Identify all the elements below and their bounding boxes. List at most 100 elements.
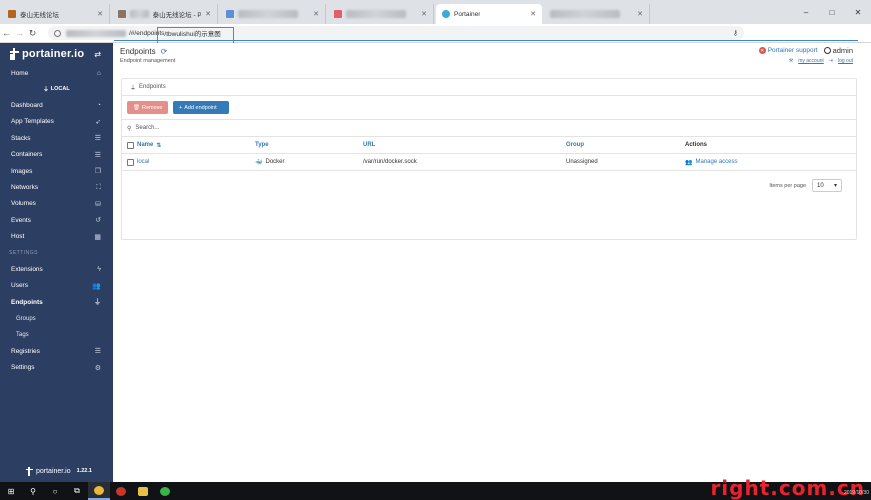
url-input[interactable]: /#/endpoints /tbwulishui的示意图 ⚷ <box>48 26 744 40</box>
taskbar-clock: 2019/10/30 <box>843 490 869 496</box>
sort-icon: ⇅ <box>156 142 162 149</box>
sidebar-item-users[interactable]: Users 👥 <box>0 278 113 294</box>
page-title-text: Endpoints <box>120 47 156 56</box>
table-header: Name ⇅ Type URL Group Actions <box>122 137 856 154</box>
sidebar-item-label: Images <box>11 167 33 175</box>
browser-tab[interactable]: ✕ <box>220 4 326 24</box>
endpoint-url: /var/run/docker.sock <box>363 159 417 165</box>
my-account-link[interactable]: my account <box>798 58 824 64</box>
sidebar-item-volumes[interactable]: Volumes ⛁ <box>0 196 113 212</box>
items-per-page-select[interactable]: 10 ▾ <box>812 179 842 192</box>
close-icon[interactable]: ✕ <box>97 10 103 18</box>
column-header-group[interactable]: Group <box>566 142 584 148</box>
exchange-icon[interactable]: ⇄ <box>94 50 101 59</box>
sidebar-item-dashboard[interactable]: Dashboard ◔ <box>0 97 113 113</box>
plug-icon: ⏚ <box>94 299 101 307</box>
sidebar-item-app-templates[interactable]: App Templates ➶ <box>0 114 113 130</box>
task-view-icon[interactable]: ⧉ <box>66 482 88 500</box>
endpoint-group: Unassigned <box>566 159 598 165</box>
file-explorer-icon[interactable] <box>132 482 154 500</box>
close-icon[interactable]: ✕ <box>530 10 536 18</box>
sidebar-item-host[interactable]: Host ▦ <box>0 229 113 245</box>
row-checkbox[interactable] <box>127 158 134 166</box>
browser-tab[interactable]: 泰山无线论坛 - Pow ✕ <box>112 4 218 24</box>
app-icon[interactable] <box>110 482 132 500</box>
sidebar-item-label: Volumes <box>11 200 36 208</box>
close-window-icon[interactable]: ✕ <box>845 0 871 24</box>
sidebar-item-endpoints[interactable]: Endpoints ⏚ <box>0 294 113 310</box>
column-header-actions: Actions <box>685 142 708 148</box>
sidebar-item-images[interactable]: Images ❐ <box>0 163 113 179</box>
sidebar-item-label: Containers <box>11 151 43 159</box>
search-icon: ⚲ <box>127 125 132 132</box>
blurred-host <box>66 29 126 37</box>
browser-tab-active[interactable]: Portainer ✕ <box>436 4 542 24</box>
users-icon: 👥 <box>685 159 693 166</box>
info-icon[interactable] <box>54 29 61 37</box>
sidebar-subitem-tags[interactable]: Tags <box>0 327 113 343</box>
sidebar-item-registries[interactable]: Registries ☰ <box>0 343 113 359</box>
endpoint-local-label: ⏚ LOCAL <box>0 81 113 97</box>
sidebar-footer: portainer.io 1.22.1 <box>0 464 113 478</box>
table-row: local 🐳 Docker /var/run/docker.sock Unas… <box>122 154 856 171</box>
plug-icon: ⏚ <box>43 87 49 94</box>
close-icon[interactable]: ✕ <box>313 10 319 18</box>
wechat-icon[interactable] <box>154 482 176 500</box>
logo-text: portainer.io <box>22 48 85 60</box>
sidebar-item-events[interactable]: Events ↺ <box>0 212 113 228</box>
blurred-text <box>238 10 298 18</box>
browser-tab[interactable]: ✕ <box>328 4 434 24</box>
sidebar-item-stacks[interactable]: Stacks ☰ <box>0 130 113 146</box>
sidebar-logo[interactable]: portainer.io ⇄ <box>0 43 113 65</box>
add-endpoint-button[interactable]: + Add endpoint <box>173 101 229 114</box>
plug-icon: ⏚ <box>130 85 137 92</box>
sidebar-item-label: Stacks <box>11 134 31 142</box>
browser-tab[interactable]: ✕ <box>544 4 650 24</box>
favicon-icon <box>334 10 342 18</box>
maximize-icon[interactable]: □ <box>819 0 845 24</box>
column-header-type[interactable]: Type <box>255 142 269 148</box>
endpoint-name-link[interactable]: local <box>137 159 149 165</box>
settings-section-heading: SETTINGS <box>9 250 39 257</box>
portainer-favicon-icon <box>442 10 450 18</box>
search-bar[interactable]: ⚲ Search... <box>122 119 856 137</box>
sidebar-item-settings[interactable]: Settings ⚙ <box>0 360 113 376</box>
blurred-text <box>550 10 620 18</box>
browser-tab[interactable]: 泰山无线论坛 ✕ <box>2 4 110 24</box>
cortana-icon[interactable]: ○ <box>44 482 66 500</box>
sidebar-item-extensions[interactable]: Extensions ϟ <box>0 261 113 277</box>
support-link[interactable]: ✕ Portainer support <box>758 47 818 54</box>
page-subtitle: Endpoint management <box>120 58 176 64</box>
wrench-icon: ⚒ <box>788 58 794 64</box>
minimize-icon[interactable]: – <box>793 0 819 24</box>
sidebar-item-containers[interactable]: Containers ☰ <box>0 147 113 163</box>
column-header-url[interactable]: URL <box>363 142 375 148</box>
remove-button[interactable]: 🗑 Remove <box>127 101 168 114</box>
sidebar-item-label: Networks <box>11 184 39 192</box>
search-input[interactable]: Search... <box>135 125 159 131</box>
key-icon[interactable]: ⚷ <box>733 29 738 37</box>
sidebar-subitem-groups[interactable]: Groups <box>0 310 113 326</box>
trash-icon: 🗑 <box>133 104 140 111</box>
back-icon[interactable]: ← <box>0 24 13 43</box>
log-out-link[interactable]: log out <box>838 58 853 64</box>
forward-icon[interactable]: → <box>13 24 26 43</box>
local-label: LOCAL <box>50 86 70 93</box>
sidebar-item-home[interactable]: Home ⌂ <box>0 65 113 81</box>
sidebar-item-label: App Templates <box>11 118 54 126</box>
sidebar-item-label: Home <box>11 69 29 77</box>
reload-icon[interactable]: ↻ <box>26 24 39 43</box>
close-icon[interactable]: ✕ <box>205 10 211 18</box>
column-header-name[interactable]: Name ⇅ <box>137 142 161 149</box>
close-icon[interactable]: ✕ <box>637 10 643 18</box>
windows-start-icon[interactable]: ⊞ <box>0 482 22 500</box>
endpoints-panel: ⏚ Endpoints 🗑 Remove + Add endpoint ⚲ Se… <box>121 78 857 240</box>
search-icon[interactable]: ⚲ <box>22 482 44 500</box>
sidebar-item-label: Events <box>11 216 31 224</box>
manage-access-link[interactable]: 👥 Manage access <box>685 159 738 166</box>
close-icon[interactable]: ✕ <box>421 10 427 18</box>
sidebar-item-networks[interactable]: Networks ⛶ <box>0 179 113 195</box>
refresh-icon[interactable]: ⟳ <box>161 47 168 56</box>
chrome-icon[interactable] <box>88 482 110 500</box>
select-all-checkbox[interactable] <box>127 141 134 149</box>
